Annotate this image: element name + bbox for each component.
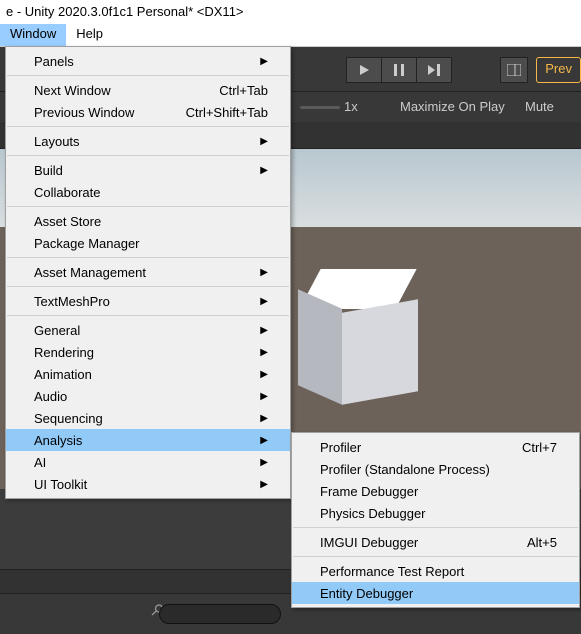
menu-animation[interactable]: Animation▶ (6, 363, 290, 385)
chevron-right-icon: ▶ (240, 165, 268, 176)
menu-panels[interactable]: Panels▶ (6, 50, 290, 72)
chevron-right-icon: ▶ (240, 296, 268, 307)
scale-label: 1x (344, 99, 358, 114)
chevron-right-icon: ▶ (240, 435, 268, 446)
menu-build[interactable]: Build▶ (6, 159, 290, 181)
menu-entity-debugger[interactable]: Entity Debugger (292, 582, 579, 604)
menu-collaborate[interactable]: Collaborate (6, 181, 290, 203)
menu-asset-management[interactable]: Asset Management▶ (6, 261, 290, 283)
menu-ai[interactable]: AI▶ (6, 451, 290, 473)
menu-ui-toolkit[interactable]: UI Toolkit▶ (6, 473, 290, 495)
preview-button[interactable]: Prev (536, 57, 581, 83)
chevron-right-icon: ▶ (240, 391, 268, 402)
menu-package-manager[interactable]: Package Manager (6, 232, 290, 254)
chevron-right-icon: ▶ (240, 325, 268, 336)
layout-icon[interactable] (500, 57, 528, 83)
menu-audio[interactable]: Audio▶ (6, 385, 290, 407)
chevron-right-icon: ▶ (240, 413, 268, 424)
chevron-right-icon: ▶ (240, 136, 268, 147)
menu-textmeshpro[interactable]: TextMeshPro▶ (6, 290, 290, 312)
menu-sequencing[interactable]: Sequencing▶ (6, 407, 290, 429)
chevron-right-icon: ▶ (240, 479, 268, 490)
menu-next-window[interactable]: Next WindowCtrl+Tab (6, 79, 290, 101)
chevron-right-icon: ▶ (240, 56, 268, 67)
menu-performance-test-report[interactable]: Performance Test Report (292, 560, 579, 582)
scene-cube (298, 269, 418, 397)
search-input[interactable] (159, 604, 281, 624)
menu-general[interactable]: General▶ (6, 319, 290, 341)
chevron-right-icon: ▶ (240, 347, 268, 358)
play-button[interactable] (346, 57, 382, 83)
menu-previous-window[interactable]: Previous WindowCtrl+Shift+Tab (6, 101, 290, 123)
menu-asset-store[interactable]: Asset Store (6, 210, 290, 232)
scale-slider[interactable] (300, 106, 340, 109)
menu-frame-debugger[interactable]: Frame Debugger (292, 480, 579, 502)
window-menu: Panels▶ Next WindowCtrl+Tab Previous Win… (5, 46, 291, 499)
menu-profiler-standalone[interactable]: Profiler (Standalone Process) (292, 458, 579, 480)
mute-audio[interactable]: Mute (525, 99, 554, 114)
maximize-on-play[interactable]: Maximize On Play (400, 99, 505, 114)
window-title: e - Unity 2020.3.0f1c1 Personal* <DX11> (0, 0, 581, 24)
chevron-right-icon: ▶ (240, 369, 268, 380)
menu-rendering[interactable]: Rendering▶ (6, 341, 290, 363)
step-button[interactable] (417, 57, 452, 83)
pause-button[interactable] (382, 57, 417, 83)
menu-analysis[interactable]: Analysis▶ (6, 429, 290, 451)
menu-layouts[interactable]: Layouts▶ (6, 130, 290, 152)
menubar-window[interactable]: Window (0, 24, 66, 46)
menu-physics-debugger[interactable]: Physics Debugger (292, 502, 579, 524)
menu-imgui-debugger[interactable]: IMGUI DebuggerAlt+5 (292, 531, 579, 553)
menu-profiler[interactable]: ProfilerCtrl+7 (292, 436, 579, 458)
play-controls (346, 57, 452, 83)
chevron-right-icon: ▶ (240, 457, 268, 468)
menubar-help[interactable]: Help (66, 24, 113, 46)
analysis-submenu: ProfilerCtrl+7 Profiler (Standalone Proc… (291, 432, 580, 608)
menubar: Window Help (0, 24, 581, 47)
chevron-right-icon: ▶ (240, 267, 268, 278)
